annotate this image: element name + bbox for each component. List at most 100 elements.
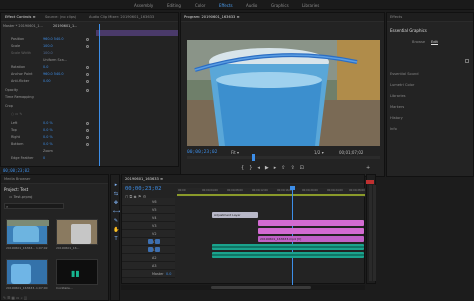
param-value[interactable]: 0.0 — [43, 65, 48, 69]
workspace-tab[interactable]: Color — [195, 3, 205, 8]
keyframe-toggle-icon[interactable] — [86, 129, 89, 132]
keyframe-toggle-icon[interactable] — [86, 143, 89, 146]
work-area-bar[interactable] — [177, 194, 365, 196]
type-tool-icon[interactable]: T — [113, 236, 119, 242]
project-audio-thumbnail[interactable]: ▮▮ — [56, 259, 98, 285]
razor-tool-icon[interactable]: ⟷ — [113, 209, 120, 215]
workspace-tab[interactable]: Audio — [246, 3, 257, 8]
tab-edit[interactable]: Edit — [431, 40, 438, 45]
param-value[interactable]: 960.0 540.0 — [43, 72, 64, 76]
play-icon[interactable]: ▶ — [265, 165, 274, 171]
track-header[interactable]: V2 — [122, 230, 175, 238]
program-video-frame[interactable] — [187, 40, 380, 146]
video-clip-v3[interactable] — [258, 220, 364, 226]
source-patch-toggle[interactable] — [148, 239, 153, 244]
keyframe-toggle-icon[interactable] — [86, 45, 89, 48]
extract-icon[interactable]: ⇪ — [290, 165, 299, 171]
keyframe-toggle-icon[interactable] — [86, 80, 89, 83]
workspace-tab[interactable]: Libraries — [302, 3, 319, 8]
program-timecode[interactable]: 00;00;23;02 — [187, 150, 217, 155]
panel-libraries[interactable]: Libraries — [390, 94, 406, 98]
panel-markers[interactable]: Markers — [390, 105, 404, 109]
param-value[interactable]: 100.0 — [43, 51, 53, 55]
keyframe-toggle-icon[interactable] — [86, 66, 89, 69]
param-value[interactable]: 0.0 % — [43, 135, 53, 139]
hand-tool-icon[interactable]: ✋ — [113, 227, 119, 233]
transport-controls: {}◂▶▸⇧⇪⊡ — [241, 165, 331, 173]
video-clip-v1[interactable]: 20190601_163633.mp4 [V] — [258, 236, 364, 242]
param-value[interactable]: 100.0 — [43, 44, 53, 48]
effect-group-opacity[interactable]: Opacity — [5, 88, 176, 94]
keyframe-toggle-icon[interactable] — [86, 38, 89, 41]
panel-essential-sound[interactable]: Essential Sound — [390, 72, 419, 76]
workspace-tab[interactable]: Assembly — [134, 3, 153, 8]
pen-tool-icon[interactable]: ✎ — [113, 218, 119, 224]
program-time-ruler[interactable] — [187, 156, 380, 159]
tab-project[interactable]: Project: Test — [4, 187, 28, 192]
audio-clip-a2[interactable] — [212, 252, 364, 258]
export-frame-icon[interactable]: ⊡ — [300, 165, 309, 171]
tab-audio-clip-mixer[interactable]: Audio Clip Mixer: 20190601_163633 — [89, 15, 154, 19]
program-playhead[interactable] — [252, 154, 255, 161]
zoom-level-dropdown[interactable]: Fit ▾ — [231, 150, 239, 155]
new-layer-icon[interactable] — [465, 59, 469, 63]
track-target-toggle[interactable] — [155, 239, 160, 244]
workspace-tab[interactable]: Effects — [219, 3, 233, 8]
track-header[interactable]: A2 — [122, 254, 175, 262]
param-value[interactable]: 0 — [43, 156, 45, 160]
param-value[interactable]: 0.0 % — [43, 128, 53, 132]
ripple-edit-tool-icon[interactable]: ✥ — [113, 200, 119, 206]
project-clip-thumbnail[interactable] — [56, 219, 98, 245]
track-header[interactable]: V3 — [122, 222, 175, 230]
param-value[interactable]: 960.0 540.0 — [43, 37, 64, 41]
playback-resolution-dropdown[interactable]: 1/2 ▾ — [314, 150, 324, 155]
project-clip-thumbnail[interactable] — [6, 219, 49, 245]
param-value[interactable]: 0.00 — [43, 79, 51, 83]
tab-program[interactable]: Program: 20190601_163633 ≡ — [184, 15, 239, 19]
selection-tool-icon[interactable]: ▸ — [113, 182, 119, 188]
param-value[interactable]: 0.0 % — [43, 121, 53, 125]
keyframe-toggle-icon[interactable] — [86, 122, 89, 125]
timeline-scrollbar[interactable] — [121, 285, 365, 290]
keyframe-toggle-icon[interactable] — [86, 89, 89, 92]
workspace-tab[interactable]: Editing — [167, 3, 181, 8]
timeline-timecode[interactable]: 00;00;23;02 — [125, 186, 161, 192]
track-header[interactable]: V6 — [122, 198, 175, 206]
video-clip-v2[interactable] — [258, 228, 364, 234]
tab-browse[interactable]: Browse — [412, 40, 425, 44]
timeline-ruler[interactable]: 00;00 00;00;04;00 00;00;08;00 00;00;12;0… — [177, 188, 365, 197]
essential-graphics-title[interactable]: Essential Graphics — [390, 28, 427, 33]
zoom-checkbox[interactable]: Zoom — [43, 149, 53, 153]
project-search-input[interactable] — [4, 203, 64, 209]
track-header[interactable]: A3 — [122, 262, 175, 270]
step-back-icon[interactable]: ◂ — [257, 165, 265, 171]
tab-sequence[interactable]: 20190601_163633 ≡ — [125, 177, 163, 181]
track-header[interactable]: V4 — [122, 214, 175, 222]
keyframe-toggle-icon[interactable] — [86, 136, 89, 139]
uniform-scale-checkbox[interactable]: Uniform Sca... — [43, 58, 67, 62]
source-patch-toggle[interactable] — [148, 247, 153, 252]
panel-history[interactable]: History — [390, 116, 403, 120]
workspace-tab[interactable]: Graphics — [271, 3, 289, 8]
panel-lumetri-color[interactable]: Lumetri Color — [390, 83, 414, 87]
track-header[interactable]: V5 — [122, 206, 175, 214]
ec-timecode[interactable]: 00;00;23;02 — [3, 168, 30, 173]
adjustment-layer-clip[interactable]: Adjustment Layer — [212, 212, 258, 218]
tab-source[interactable]: Source: (no clips) — [45, 15, 76, 19]
tab-media-browser[interactable]: Media Browser — [4, 177, 31, 181]
effect-group-crop[interactable]: Crop — [5, 104, 176, 110]
playhead-handle[interactable] — [290, 186, 295, 190]
tab-effect-controls[interactable]: Effect Controls ≡ — [5, 15, 36, 19]
track-select-tool-icon[interactable]: ⇆ — [113, 191, 119, 197]
param-value[interactable]: 0.0 % — [43, 142, 53, 146]
keyframe-toggle-icon[interactable] — [86, 73, 89, 76]
effect-group-time-remapping[interactable]: Time Remapping — [5, 95, 176, 101]
track-target-toggle[interactable] — [155, 247, 160, 252]
mark-in-icon[interactable]: { — [241, 165, 249, 171]
add-button-icon[interactable]: + — [366, 165, 370, 171]
project-clip-thumbnail[interactable] — [6, 259, 48, 285]
audio-clip-a1[interactable] — [212, 244, 364, 250]
panel-info[interactable]: Info — [390, 127, 397, 131]
tab-effects[interactable]: Effects — [390, 15, 402, 19]
master-track-header[interactable]: Master 0.0 — [122, 270, 175, 278]
